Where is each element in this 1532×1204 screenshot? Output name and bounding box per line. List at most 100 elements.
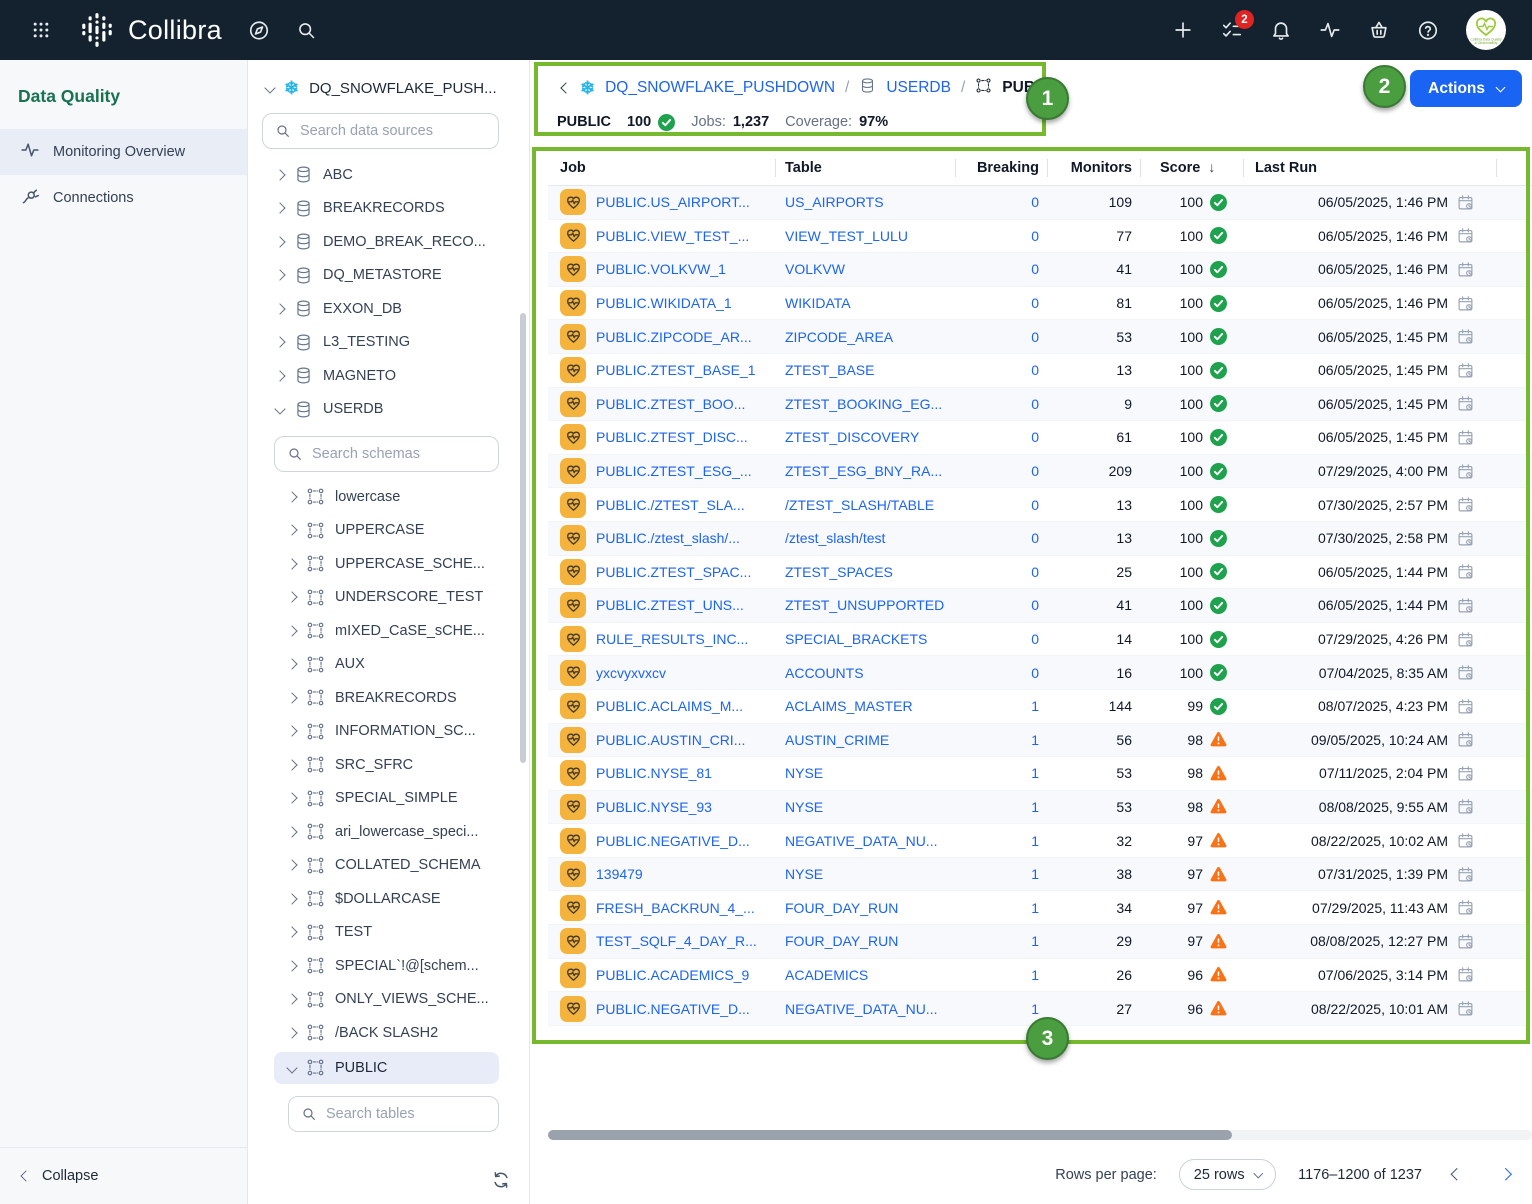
breaking-count-link[interactable]: 0 bbox=[1031, 329, 1039, 345]
add-icon[interactable] bbox=[1172, 19, 1194, 41]
tree-database-item[interactable]: BREAKRECORDS bbox=[248, 192, 529, 226]
table-link[interactable]: WIKIDATA bbox=[785, 295, 851, 311]
table-link[interactable]: ACCOUNTS bbox=[785, 665, 864, 681]
table-link[interactable]: US_AIRPORTS bbox=[785, 194, 884, 210]
job-link[interactable]: PUBLIC./ZTEST_SLA... bbox=[596, 497, 745, 513]
job-link[interactable]: 139479 bbox=[596, 866, 643, 882]
table-link[interactable]: ZTEST_UNSUPPORTED bbox=[785, 597, 944, 613]
tree-database-item[interactable]: DQ_METASTORE bbox=[248, 259, 529, 293]
tree-schema-item[interactable]: INFORMATION_SC... bbox=[248, 715, 529, 749]
tree-schema-item[interactable]: PUBLIC bbox=[274, 1052, 499, 1084]
tree-database-item[interactable]: L3_TESTING bbox=[248, 326, 529, 360]
table-link[interactable]: VIEW_TEST_LULU bbox=[785, 228, 908, 244]
breaking-count-link[interactable]: 1 bbox=[1031, 1001, 1039, 1017]
tree-schema-item[interactable]: SPECIAL_SIMPLE bbox=[248, 782, 529, 816]
table-link[interactable]: AUSTIN_CRIME bbox=[785, 732, 889, 748]
tree-database-item[interactable]: MAGNETO bbox=[248, 359, 529, 393]
job-link[interactable]: PUBLIC.ZIPCODE_AR... bbox=[596, 329, 752, 345]
column-header-job[interactable]: Job bbox=[548, 150, 775, 185]
breaking-count-link[interactable]: 0 bbox=[1031, 261, 1039, 277]
breaking-count-link[interactable]: 0 bbox=[1031, 194, 1039, 210]
actions-button[interactable]: Actions bbox=[1410, 70, 1522, 107]
column-header-table[interactable]: Table bbox=[775, 150, 955, 185]
sidebar-item-monitoring-overview[interactable]: Monitoring Overview bbox=[0, 129, 247, 175]
user-avatar[interactable]: Collibra Data Quality & Observability bbox=[1466, 10, 1506, 50]
column-header-last-run[interactable]: Last Run bbox=[1243, 150, 1496, 185]
tree-database-item[interactable]: EXXON_DB bbox=[248, 292, 529, 326]
job-link[interactable]: TEST_SQLF_4_DAY_R... bbox=[596, 933, 757, 949]
tree-schema-item[interactable]: UPPERCASE bbox=[248, 514, 529, 548]
job-link[interactable]: PUBLIC.ACLAIMS_M... bbox=[596, 698, 743, 714]
breaking-count-link[interactable]: 1 bbox=[1031, 799, 1039, 815]
rows-per-page-select[interactable]: 25 rows bbox=[1179, 1159, 1276, 1190]
breaking-count-link[interactable]: 0 bbox=[1031, 497, 1039, 513]
table-link[interactable]: SPECIAL_BRACKETS bbox=[785, 631, 927, 647]
job-link[interactable]: PUBLIC.ZTEST_SPAC... bbox=[596, 564, 751, 580]
tree-schema-item[interactable]: ONLY_VIEWS_SCHE... bbox=[248, 983, 529, 1017]
search-data-sources-input[interactable] bbox=[300, 123, 486, 139]
table-link[interactable]: NEGATIVE_DATA_NU... bbox=[785, 1001, 937, 1017]
breaking-count-link[interactable]: 0 bbox=[1031, 429, 1039, 445]
tree-schema-item[interactable]: UNDERSCORE_TEST bbox=[248, 581, 529, 615]
job-link[interactable]: PUBLIC.NEGATIVE_D... bbox=[596, 833, 750, 849]
job-link[interactable]: PUBLIC.ZTEST_BOO... bbox=[596, 396, 745, 412]
breaking-count-link[interactable]: 0 bbox=[1031, 396, 1039, 412]
job-link[interactable]: PUBLIC.VOLKVW_1 bbox=[596, 261, 726, 277]
table-link[interactable]: /ztest_slash/test bbox=[785, 530, 885, 546]
breaking-count-link[interactable]: 0 bbox=[1031, 295, 1039, 311]
notifications-bell-icon[interactable] bbox=[1270, 19, 1292, 41]
breaking-count-link[interactable]: 1 bbox=[1031, 765, 1039, 781]
table-link[interactable]: ACADEMICS bbox=[785, 967, 868, 983]
job-link[interactable]: PUBLIC.ZTEST_UNS... bbox=[596, 597, 744, 613]
compass-icon[interactable] bbox=[248, 19, 270, 41]
tree-database-item[interactable]: USERDB bbox=[248, 393, 529, 427]
table-link[interactable]: NEGATIVE_DATA_NU... bbox=[785, 833, 937, 849]
marketplace-basket-icon[interactable] bbox=[1368, 19, 1390, 41]
tree-vertical-scrollbar[interactable] bbox=[520, 313, 526, 763]
tree-schema-item[interactable]: UPPERCASE_SCHE... bbox=[248, 547, 529, 581]
tree-schema-item[interactable]: SPECIAL`!@[schem... bbox=[248, 949, 529, 983]
column-header-monitors[interactable]: Monitors bbox=[1047, 150, 1140, 185]
back-chevron-icon[interactable] bbox=[560, 82, 571, 93]
job-link[interactable]: PUBLIC.NYSE_93 bbox=[596, 799, 712, 815]
table-link[interactable]: ZIPCODE_AREA bbox=[785, 329, 893, 345]
breaking-count-link[interactable]: 1 bbox=[1031, 900, 1039, 916]
search-tables[interactable] bbox=[288, 1096, 499, 1132]
table-link[interactable]: VOLKVW bbox=[785, 261, 845, 277]
app-grid-icon[interactable] bbox=[30, 19, 52, 41]
help-icon[interactable] bbox=[1417, 19, 1439, 41]
breaking-count-link[interactable]: 0 bbox=[1031, 463, 1039, 479]
tree-root-datasource[interactable]: DQ_SNOWFLAKE_PUSH... bbox=[248, 72, 529, 104]
breaking-count-link[interactable]: 1 bbox=[1031, 866, 1039, 882]
tree-schema-item[interactable]: BREAKRECORDS bbox=[248, 681, 529, 715]
job-link[interactable]: PUBLIC.AUSTIN_CRI... bbox=[596, 732, 745, 748]
breadcrumb-database-link[interactable]: USERDB bbox=[886, 79, 951, 97]
breaking-count-link[interactable]: 1 bbox=[1031, 967, 1039, 983]
tree-database-item[interactable]: DEMO_BREAK_RECO... bbox=[248, 225, 529, 259]
column-header-breaking[interactable]: Breaking bbox=[955, 150, 1047, 185]
table-link[interactable]: ZTEST_SPACES bbox=[785, 564, 893, 580]
tree-schema-item[interactable]: COLLATED_SCHEMA bbox=[248, 849, 529, 883]
breaking-count-link[interactable]: 1 bbox=[1031, 698, 1039, 714]
job-link[interactable]: PUBLIC./ztest_slash/... bbox=[596, 530, 740, 546]
tree-schema-item[interactable]: SRC_SFRC bbox=[248, 748, 529, 782]
table-link[interactable]: /ZTEST_SLASH/TABLE bbox=[785, 497, 934, 513]
breadcrumb-datasource-link[interactable]: DQ_SNOWFLAKE_PUSHDOWN bbox=[605, 79, 835, 97]
job-link[interactable]: PUBLIC.VIEW_TEST_... bbox=[596, 228, 749, 244]
activity-pulse-icon[interactable] bbox=[1319, 19, 1341, 41]
horizontal-scrollbar[interactable] bbox=[548, 1130, 1532, 1140]
job-link[interactable]: PUBLIC.NYSE_81 bbox=[596, 765, 712, 781]
table-link[interactable]: NYSE bbox=[785, 866, 823, 882]
tree-schema-item[interactable]: ari_lowercase_speci... bbox=[248, 815, 529, 849]
breaking-count-link[interactable]: 1 bbox=[1031, 933, 1039, 949]
tree-schema-item[interactable]: $DOLLARCASE bbox=[248, 882, 529, 916]
next-page-button[interactable] bbox=[1492, 1162, 1518, 1188]
search-data-sources[interactable] bbox=[262, 113, 499, 149]
table-link[interactable]: FOUR_DAY_RUN bbox=[785, 933, 898, 949]
breaking-count-link[interactable]: 0 bbox=[1031, 564, 1039, 580]
refresh-icon[interactable] bbox=[491, 1170, 511, 1190]
breaking-count-link[interactable]: 1 bbox=[1031, 732, 1039, 748]
tree-database-item[interactable]: ABC bbox=[248, 158, 529, 192]
job-link[interactable]: RULE_RESULTS_INC... bbox=[596, 631, 748, 647]
tree-schema-item[interactable]: /BACK SLASH2 bbox=[248, 1016, 529, 1050]
